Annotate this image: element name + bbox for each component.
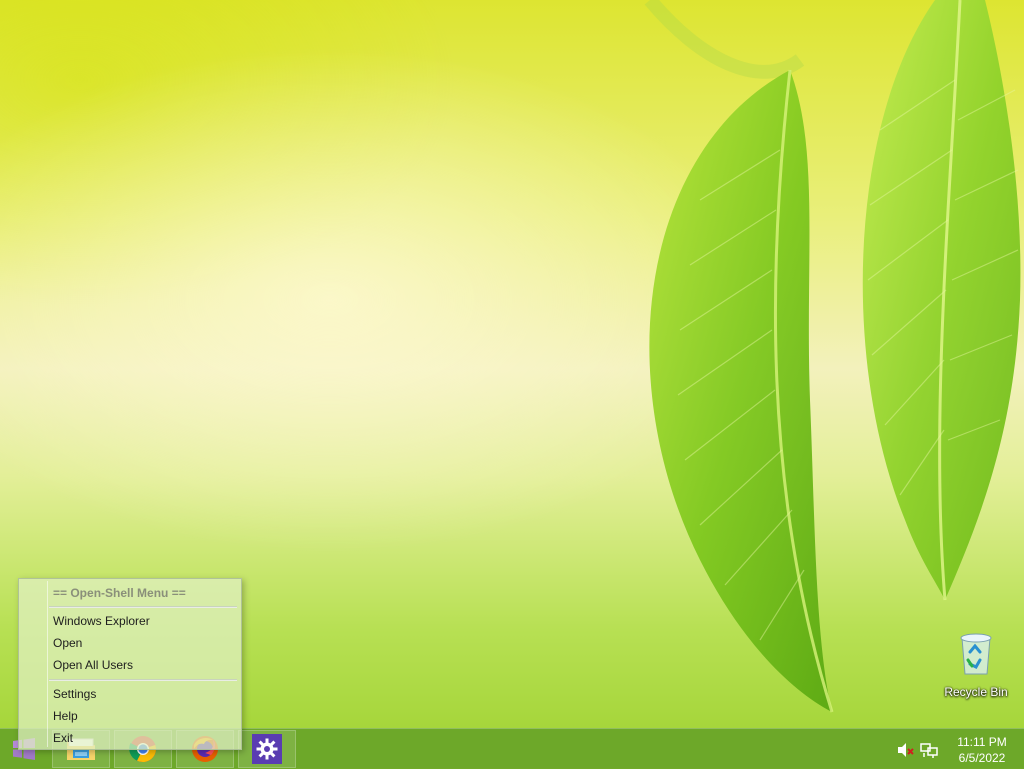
network-button[interactable]: [920, 741, 938, 759]
recycle-bin-label: Recycle Bin: [944, 685, 1008, 699]
menu-separator: [49, 679, 237, 681]
open-shell-context-menu: == Open-Shell Menu == Windows Explorer O…: [18, 578, 242, 750]
clock-date: 6/5/2022: [958, 751, 1006, 765]
menu-item-help[interactable]: Help: [53, 706, 78, 726]
recycle-bin-icon: [960, 633, 992, 675]
menu-separator: [49, 606, 237, 608]
clock-time: 11:11 PM: [957, 735, 1007, 749]
menu-item-settings[interactable]: Settings: [53, 684, 96, 704]
menu-title: == Open-Shell Menu ==: [53, 586, 186, 600]
menu-item-open[interactable]: Open: [53, 633, 82, 653]
menu-item-windows-explorer[interactable]: Windows Explorer: [53, 611, 150, 631]
settings-tile: [252, 734, 282, 764]
menu-item-exit[interactable]: Exit: [53, 728, 73, 748]
volume-button[interactable]: [897, 741, 915, 759]
clock[interactable]: 11:11 PM 6/5/2022: [946, 734, 1018, 766]
volume-muted-icon: [898, 743, 914, 757]
desktop-icon-recycle-bin[interactable]: Recycle Bin: [940, 630, 1012, 699]
taskbar-settings[interactable]: [238, 730, 296, 768]
menu-gutter: [47, 581, 48, 747]
network-icon: [920, 743, 938, 758]
settings-gear-icon: [256, 738, 278, 760]
menu-item-open-all-users[interactable]: Open All Users: [53, 655, 133, 675]
